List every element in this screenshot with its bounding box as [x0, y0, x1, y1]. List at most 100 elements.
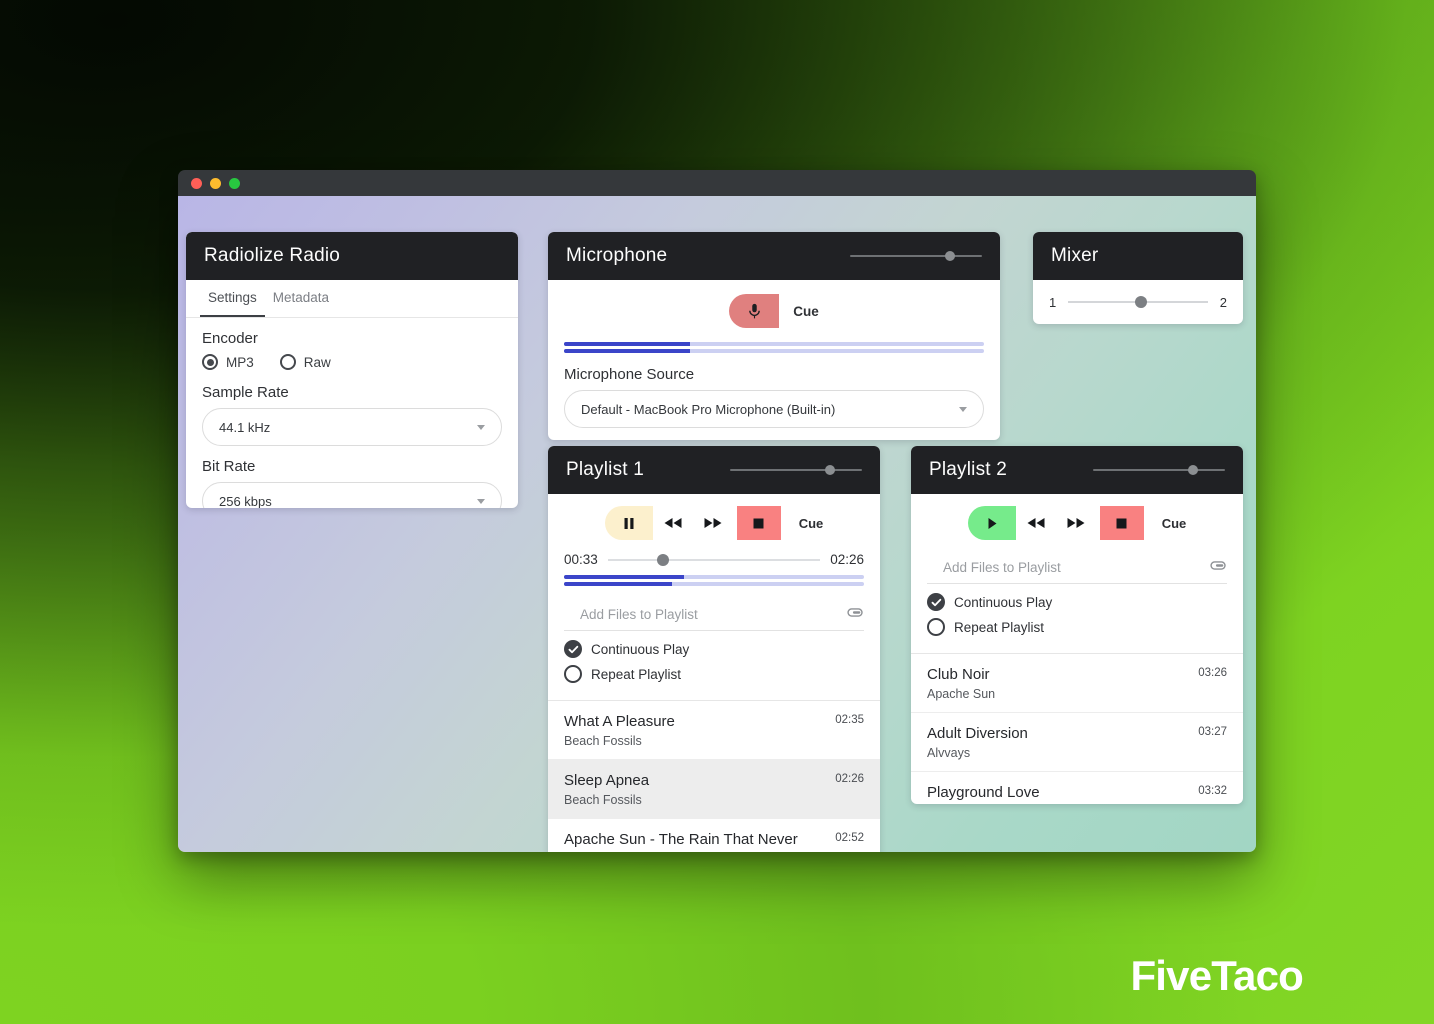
slider-knob[interactable] — [1135, 296, 1148, 308]
fast-forward-button[interactable] — [1056, 506, 1096, 540]
bit-rate-select[interactable]: 256 kbps — [202, 482, 502, 508]
microphone-title: Microphone — [566, 245, 668, 266]
slider-track — [1093, 469, 1225, 471]
fast-forward-icon — [704, 518, 722, 528]
playlist-1-cue-label[interactable]: Cue — [799, 516, 824, 531]
slider-track — [607, 558, 821, 561]
table-row[interactable]: Club Noir Apache Sun 03:26 — [911, 654, 1243, 714]
paperclip-icon[interactable] — [1210, 559, 1227, 577]
track-duration: 03:27 — [1198, 726, 1227, 739]
microphone-source-label: Microphone Source — [564, 366, 695, 383]
table-row[interactable]: What A Pleasure Beach Fossils 02:35 — [548, 701, 880, 761]
playlist-2-volume-slider[interactable] — [1093, 463, 1225, 477]
playlist-1-continuous-play[interactable]: Continuous Play — [564, 640, 864, 658]
track-artist: Beach Fossils — [564, 734, 642, 749]
vu-bar-left — [564, 575, 864, 579]
playlist-1-tracks: What A Pleasure Beach Fossils 02:35 Slee… — [548, 700, 880, 852]
playlist-1-continuous-play-label: Continuous Play — [591, 641, 690, 657]
microphone-volume-slider[interactable] — [850, 249, 982, 263]
microphone-body: Cue Microphone Source Default - MacBook … — [548, 280, 1000, 440]
vu-bar-right — [564, 582, 864, 586]
rewind-button[interactable] — [653, 506, 693, 540]
pause-button[interactable] — [604, 506, 653, 540]
playlist-2-add-files-placeholder: Add Files to Playlist — [943, 560, 1061, 575]
microphone-header: Microphone — [548, 232, 1000, 280]
slider-knob[interactable] — [656, 553, 669, 566]
playlist-1-add-files-placeholder: Add Files to Playlist — [580, 607, 698, 622]
microphone-panel: Microphone Cue Microphone Source Default… — [548, 232, 1000, 440]
encoder-option-raw-label: Raw — [303, 354, 331, 370]
track-duration: 02:35 — [835, 714, 864, 726]
microphone-cue-label[interactable]: Cue — [793, 304, 819, 319]
minimize-icon[interactable] — [210, 177, 221, 189]
sample-rate-value: 44.1 kHz — [219, 419, 271, 435]
table-row[interactable]: Sleep Apnea Beach Fossils 02:26 — [548, 760, 880, 820]
settings-form: Encoder MP3 Raw Sample Rate 44.1 kHz Bit… — [186, 318, 518, 508]
track-title: Sleep Apnea — [564, 772, 650, 790]
slider-knob[interactable] — [1188, 465, 1199, 475]
microphone-source-select[interactable]: Default - MacBook Pro Microphone (Built-… — [564, 390, 984, 428]
playlist-1-vu-meter — [564, 575, 864, 586]
encoder-label: Encoder — [202, 330, 258, 347]
playlist-2-continuous-play[interactable]: Continuous Play — [927, 593, 1227, 611]
table-row[interactable]: Apache Sun - The Rain That Never Came 02… — [548, 819, 880, 852]
bit-rate-value: 256 kbps — [219, 493, 272, 509]
rewind-icon — [664, 518, 682, 528]
playlist-2-cue-label[interactable]: Cue — [1162, 516, 1187, 531]
radio-selected-icon — [202, 354, 218, 370]
radio-unselected-icon — [279, 354, 296, 370]
playlist-1-volume-slider[interactable] — [730, 463, 862, 477]
check-circle-icon — [927, 593, 945, 611]
mixer-crossfader[interactable] — [1068, 295, 1208, 309]
table-row[interactable]: Adult Diversion Alvvays 03:27 — [911, 713, 1243, 773]
track-artist: Alvvays — [927, 746, 971, 761]
tab-metadata[interactable]: Metadata — [265, 280, 337, 317]
radiolize-radio-panel: Radiolize Radio Settings Metadata Encode… — [186, 232, 518, 508]
track-title: What A Pleasure — [564, 713, 675, 730]
playlist-2-repeat-playlist[interactable]: Repeat Playlist — [927, 618, 1227, 636]
playlist-1-panel: Playlist 1 Cue 00:33 02:26 Add Files to … — [548, 446, 880, 852]
sample-rate-select[interactable]: 44.1 kHz — [202, 408, 502, 446]
paperclip-icon[interactable] — [847, 606, 864, 624]
slider-knob[interactable] — [945, 251, 956, 261]
tab-settings[interactable]: Settings — [200, 280, 265, 317]
pause-icon — [624, 517, 634, 529]
stop-button[interactable] — [1099, 506, 1144, 540]
track-artist: Beach Fossils — [564, 793, 642, 808]
track-duration: 02:52 — [835, 832, 864, 845]
playlist-1-add-files[interactable]: Add Files to Playlist — [564, 599, 864, 631]
playlist-1-repeat-playlist-label: Repeat Playlist — [591, 666, 682, 682]
rewind-button[interactable] — [1016, 506, 1056, 540]
fivetaco-watermark: FiveTaco — [1130, 952, 1303, 999]
microphone-toggle-button[interactable] — [729, 294, 780, 328]
microphone-source-value: Default - MacBook Pro Microphone (Built-… — [581, 401, 836, 417]
app-workspace: Radiolize Radio Settings Metadata Encode… — [178, 196, 1256, 852]
track-duration: 03:26 — [1198, 667, 1227, 679]
table-row[interactable]: Playground Love Air 03:32 — [911, 772, 1243, 804]
close-icon[interactable] — [191, 177, 202, 189]
play-button[interactable] — [967, 506, 1016, 540]
slider-knob[interactable] — [825, 465, 836, 475]
playlist-1-body: Cue 00:33 02:26 Add Files to Playlist Co… — [548, 494, 880, 700]
encoder-option-mp3[interactable]: MP3 — [202, 354, 254, 370]
app-window: Radiolize Radio Settings Metadata Encode… — [178, 170, 1256, 852]
track-title: Club Noir — [927, 666, 990, 683]
track-duration: 03:32 — [1198, 785, 1227, 798]
playlist-1-transport: Cue — [564, 506, 864, 540]
encoder-option-raw[interactable]: Raw — [279, 354, 331, 370]
playlist-1-repeat-playlist[interactable]: Repeat Playlist — [564, 665, 864, 683]
mixer-title: Mixer — [1051, 245, 1099, 266]
radiolize-radio-header: Radiolize Radio — [186, 232, 518, 280]
playlist-2-options: Continuous Play Repeat Playlist — [927, 584, 1227, 653]
stop-icon — [1116, 518, 1127, 528]
playlist-2-add-files[interactable]: Add Files to Playlist — [927, 552, 1227, 584]
playlist-2-header: Playlist 2 — [911, 446, 1243, 494]
maximize-icon[interactable] — [229, 177, 240, 189]
playlist-1-title: Playlist 1 — [566, 459, 645, 480]
playlist-1-options: Continuous Play Repeat Playlist — [564, 631, 864, 700]
fast-forward-button[interactable] — [693, 506, 733, 540]
playlist-1-seek-slider[interactable] — [607, 553, 821, 567]
stop-button[interactable] — [736, 506, 781, 540]
fast-forward-icon — [1067, 518, 1085, 528]
playlist-2-panel: Playlist 2 Cue Add Files to Playlist Con… — [911, 446, 1243, 804]
